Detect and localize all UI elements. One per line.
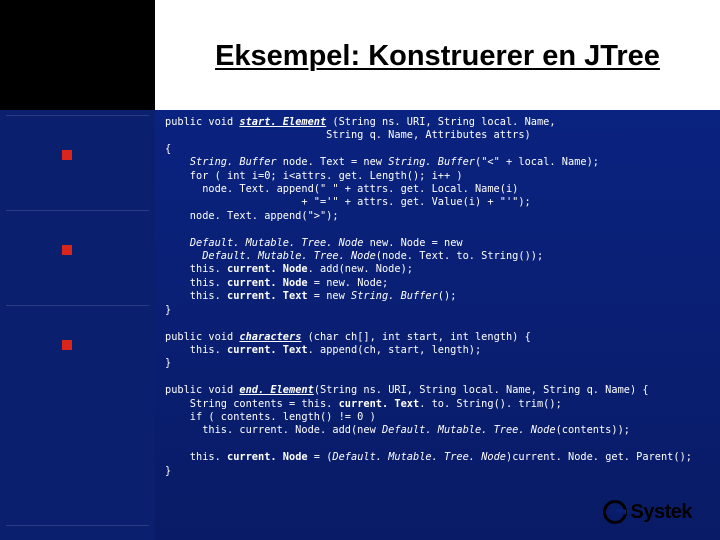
code-line: String. Buffer node. Text = new String. … — [165, 156, 599, 168]
bullet-icon — [62, 150, 72, 160]
logo: Systek — [603, 500, 693, 524]
logo-text: Systek — [631, 501, 693, 524]
code-line: Default. Mutable. Tree. Node new. Node =… — [165, 237, 463, 249]
code-line: this. current. Node. add(new. Node); — [165, 263, 413, 275]
divider — [6, 115, 149, 116]
bullet-icon — [62, 340, 72, 350]
code-line: } — [165, 465, 171, 477]
code-line: Default. Mutable. Tree. Node(node. Text.… — [165, 250, 543, 262]
divider — [6, 525, 149, 526]
code-line: { — [165, 143, 171, 155]
code-line: public void start. Element (String ns. U… — [165, 116, 556, 128]
left-sidebar — [0, 0, 155, 540]
title-wrap: Eksempel: Konstruerer en JTree — [155, 6, 720, 106]
code-line: this. current. Node = (Default. Mutable.… — [165, 451, 692, 463]
code-line: public void end. Element(String ns. URI,… — [165, 384, 649, 396]
code-line: } — [165, 357, 171, 369]
code-line: + "='" + attrs. get. Value(i) + "'"); — [165, 196, 531, 208]
divider — [6, 210, 149, 211]
code-line: String contents = this. current. Text. t… — [165, 398, 562, 410]
code-line: this. current. Node = new. Node; — [165, 277, 388, 289]
code-line: String q. Name, Attributes attrs) — [165, 129, 531, 141]
code-line: node. Text. append(" " + attrs. get. Loc… — [165, 183, 518, 195]
code-block: public void start. Element (String ns. U… — [155, 110, 720, 540]
divider — [6, 305, 149, 306]
code-line: } — [165, 304, 171, 316]
code-line: for ( int i=0; i<attrs. get. Length(); i… — [165, 170, 463, 182]
code-line: this. current. Text = new String. Buffer… — [165, 290, 456, 302]
slide-title: Eksempel: Konstruerer en JTree — [215, 39, 660, 73]
code-line: public void characters (char ch[], int s… — [165, 331, 531, 343]
code-line: node. Text. append(">"); — [165, 210, 339, 222]
bullet-icon — [62, 245, 72, 255]
code-line: if ( contents. length() != 0 ) — [165, 411, 376, 423]
logo-icon — [603, 500, 627, 524]
code-line: this. current. Text. append(ch, start, l… — [165, 344, 481, 356]
code-line: this. current. Node. add(new Default. Mu… — [165, 424, 630, 436]
